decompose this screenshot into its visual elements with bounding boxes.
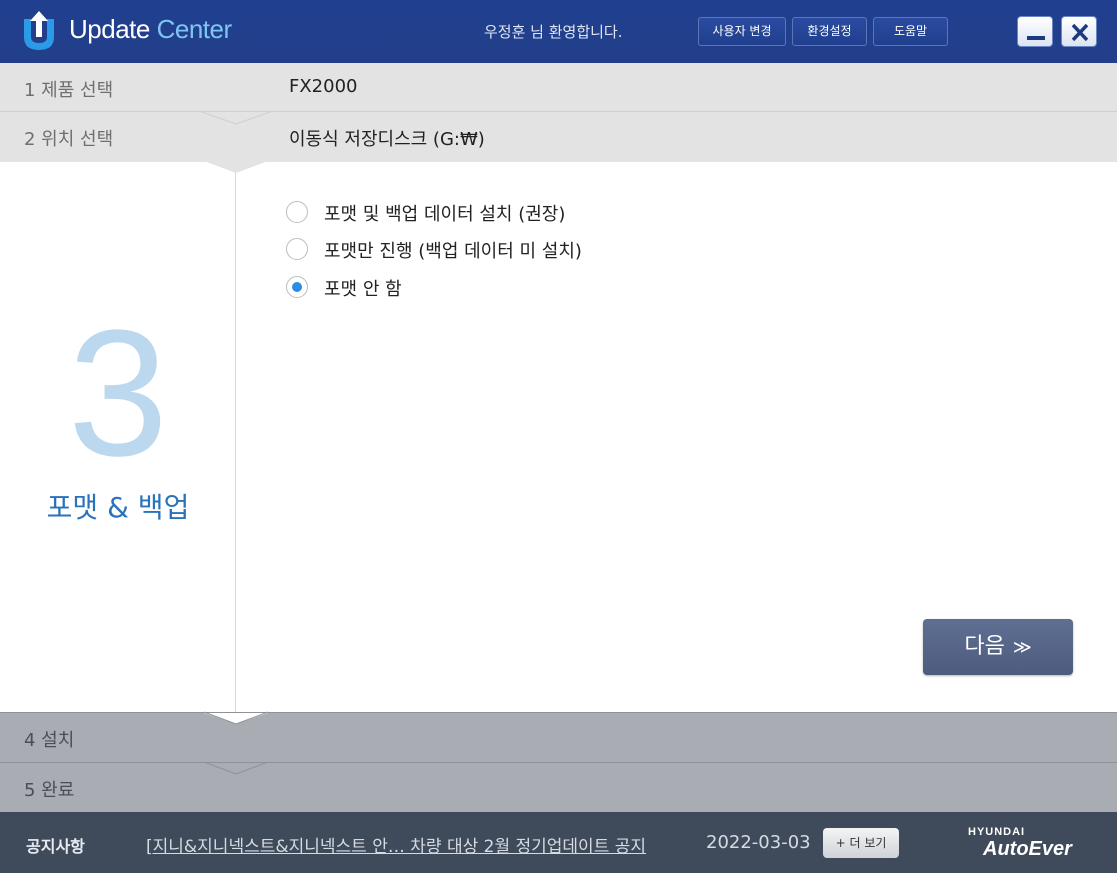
- step-3-panel: 3 포맷 & 백업 포맷 및 백업 데이터 설치 (권장) 포맷만 진행 (백업…: [0, 162, 1117, 712]
- app-title-center: Center: [156, 14, 233, 44]
- close-icon: [1071, 24, 1089, 41]
- format-option-format-only[interactable]: 포맷만 진행 (백업 데이터 미 설치): [286, 236, 626, 262]
- step-4-label: 4 설치: [24, 730, 75, 751]
- radio-button[interactable]: [286, 238, 308, 260]
- step-1-value: FX2000: [289, 76, 358, 97]
- step-4-install: 4 설치: [0, 712, 1117, 762]
- welcome-message: 우정훈 님 환영합니다.: [484, 23, 623, 41]
- step-1-label: 1 제품 선택: [24, 80, 114, 101]
- notice-date: 2022-03-03: [706, 832, 811, 853]
- radio-label: 포맷 안 함: [324, 279, 402, 300]
- radio-button[interactable]: [286, 201, 308, 223]
- step-3-sidebar: 3 포맷 & 백업: [0, 162, 236, 712]
- step-5-complete: 5 완료: [0, 762, 1117, 812]
- help-button[interactable]: 도움말: [873, 17, 948, 46]
- step-2-value: 이동식 저장디스크 (G:₩): [289, 129, 485, 150]
- update-logo-icon: [24, 11, 54, 50]
- brand-logo-autoever: AutoEver: [983, 838, 1072, 860]
- radio-button-selected[interactable]: [286, 276, 308, 298]
- next-button[interactable]: 다음 ≫: [923, 619, 1073, 675]
- minimize-icon: [1027, 36, 1045, 40]
- radio-label: 포맷 및 백업 데이터 설치 (권장): [324, 204, 566, 225]
- step-2-location[interactable]: 2 위치 선택 이동식 저장디스크 (G:₩): [0, 112, 1117, 162]
- format-option-format-and-backup[interactable]: 포맷 및 백업 데이터 설치 (권장): [286, 199, 626, 225]
- step-3-label: 포맷 & 백업: [46, 491, 190, 524]
- change-user-button[interactable]: 사용자 변경: [698, 17, 786, 46]
- brand-logo-hyundai: HYUNDAI: [968, 826, 1026, 838]
- title-bar: Update Center 우정훈 님 환영합니다. 사용자 변경 환경설정 도…: [0, 0, 1117, 63]
- app-title-update: Update: [69, 14, 150, 44]
- app-title: Update Center: [69, 14, 232, 45]
- step-1-product[interactable]: 1 제품 선택 FX2000: [0, 63, 1117, 112]
- footer: 공지사항 [지니&지니넥스트&지니넥스트 안… 차량 대상 2월 정기업데이트 …: [0, 812, 1117, 873]
- format-option-no-format[interactable]: 포맷 안 함: [286, 274, 486, 300]
- next-button-label: 다음: [964, 634, 1005, 659]
- minimize-button[interactable]: [1017, 16, 1053, 47]
- notice-label: 공지사항: [26, 837, 85, 856]
- step-2-label: 2 위치 선택: [24, 129, 114, 150]
- notice-link[interactable]: [지니&지니넥스트&지니넥스트 안… 차량 대상 2월 정기업데이트 공지: [146, 832, 646, 857]
- close-button[interactable]: [1061, 16, 1097, 47]
- step-3-number: 3: [67, 293, 169, 494]
- step-5-label: 5 완료: [24, 780, 75, 801]
- settings-button[interactable]: 환경설정: [792, 17, 867, 46]
- more-notices-button[interactable]: + 더 보기: [823, 828, 899, 858]
- radio-label: 포맷만 진행 (백업 데이터 미 설치): [324, 241, 582, 262]
- double-chevron-down-icon: ≫: [1012, 637, 1032, 658]
